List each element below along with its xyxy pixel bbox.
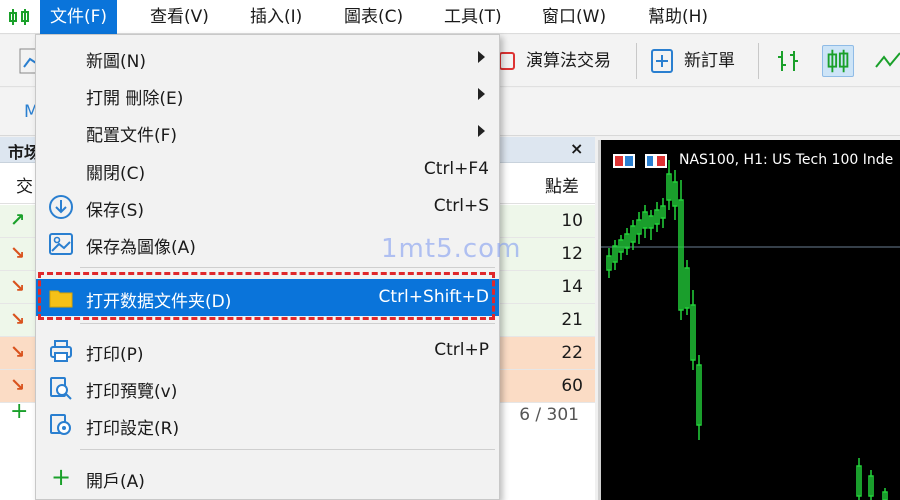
menu-item-profiles[interactable]: 配置文件(F) [36, 113, 499, 150]
menu-charts[interactable]: 圖表(C) [334, 0, 413, 34]
menu-item-label: 保存為圖像(A) [86, 238, 196, 258]
menu-separator [80, 267, 495, 268]
menu-item-label: 打開 刪除(E) [86, 89, 184, 109]
menu-item-print-preview[interactable]: 打印預覽(v) [36, 369, 499, 406]
menu-item-label: 打印設定(R) [86, 419, 180, 439]
candles [606, 160, 888, 500]
menu-item-label: 開戶(A) [86, 472, 145, 492]
app-chart-icon[interactable] [8, 6, 34, 28]
menu-file[interactable]: 文件(F) [40, 0, 118, 34]
menu-view[interactable]: 查看(V) [140, 0, 219, 34]
new-order-button[interactable]: 新訂單 [684, 45, 735, 77]
menu-item-label: 打印預覽(v) [86, 382, 178, 402]
menu-item-open-account[interactable]: + 開戶(A) [36, 459, 499, 496]
menu-help[interactable]: 幫助(H) [638, 0, 718, 34]
menu-item-shortcut: Ctrl+P [434, 340, 489, 360]
menu-item-shortcut: Ctrl+F4 [423, 159, 489, 179]
menu-item-label: 保存(S) [86, 201, 145, 221]
spread-value: 10 [561, 211, 583, 231]
menu-item-label: 配置文件(F) [86, 126, 178, 146]
print-preview-icon [50, 377, 72, 400]
arrow-up-icon: ↗ [10, 210, 26, 231]
price-chart[interactable]: NAS100, H1: US Tech 100 Inde [598, 140, 900, 500]
save-icon [49, 195, 73, 219]
image-icon [49, 233, 73, 255]
chart-title: NAS100, H1: US Tech 100 Inde [679, 152, 894, 168]
menu-item-label: 打印(P) [86, 345, 144, 365]
spread-value: 12 [561, 244, 583, 264]
menu-window[interactable]: 窗口(W) [532, 0, 616, 34]
menu-item-print[interactable]: 打印(P) Ctrl+P [36, 332, 499, 369]
bar-chart-icon[interactable] [772, 45, 804, 77]
plus-icon: + [50, 463, 72, 491]
menu-tools[interactable]: 工具(T) [434, 0, 512, 34]
column-spread[interactable]: 點差 [545, 172, 579, 197]
new-order-icon[interactable] [646, 45, 678, 77]
candlestick-chart-icon[interactable] [822, 45, 854, 77]
symbol-count: 6 / 301 [519, 405, 579, 425]
menu-separator [80, 449, 495, 450]
add-symbol-icon[interactable]: + [10, 399, 28, 424]
menu-item-print-setup[interactable]: 打印設定(R) [36, 406, 499, 443]
highlight-annotation-box [38, 272, 495, 320]
spread-value: 60 [561, 376, 583, 396]
arrow-down-icon: ↘ [10, 342, 26, 363]
arrow-down-icon: ↘ [10, 276, 26, 297]
file-menu-dropdown: 新圖(N) 打開 刪除(E) 配置文件(F) 關閉(C) Ctrl+F4 保存(… [35, 34, 500, 500]
arrow-down-icon: ↘ [10, 309, 26, 330]
spread-value: 21 [561, 310, 583, 330]
toolbar-separator [758, 43, 759, 79]
spread-value: 22 [561, 343, 583, 363]
menu-item-close[interactable]: 關閉(C) Ctrl+F4 [36, 151, 499, 188]
menu-insert[interactable]: 插入(I) [240, 0, 312, 34]
menu-item-label: 新圖(N) [86, 52, 146, 72]
chart-title-icons [613, 154, 667, 168]
menu-item-save[interactable]: 保存(S) Ctrl+S [36, 188, 499, 225]
arrow-down-icon: ↘ [10, 243, 26, 264]
submenu-arrow-icon [478, 51, 485, 63]
spread-value: 14 [561, 277, 583, 297]
menu-item-new-chart[interactable]: 新圖(N) [36, 39, 499, 76]
submenu-arrow-icon [478, 88, 485, 100]
candlestick-chart [601, 154, 900, 500]
submenu-arrow-icon [478, 125, 485, 137]
close-icon[interactable]: × [570, 139, 583, 158]
menu-item-shortcut: Ctrl+S [433, 196, 489, 216]
line-graph-icon[interactable] [874, 45, 900, 77]
menu-item-label: 關閉(C) [86, 164, 146, 184]
menu-item-open-deleted[interactable]: 打開 刪除(E) [36, 76, 499, 113]
watermark: 1mt5.com [381, 234, 522, 264]
column-symbol[interactable]: 交 [16, 172, 33, 197]
printer-icon [50, 340, 72, 362]
arrow-down-icon: ↘ [10, 375, 26, 396]
print-settings-icon [50, 414, 71, 435]
menu-bar: 文件(F) 查看(V) 插入(I) 圖表(C) 工具(T) 窗口(W) 幫助(H… [0, 0, 900, 34]
menu-separator [80, 323, 495, 324]
toolbar-separator [636, 43, 637, 79]
algo-trading-button[interactable]: 演算法交易 [526, 45, 611, 77]
